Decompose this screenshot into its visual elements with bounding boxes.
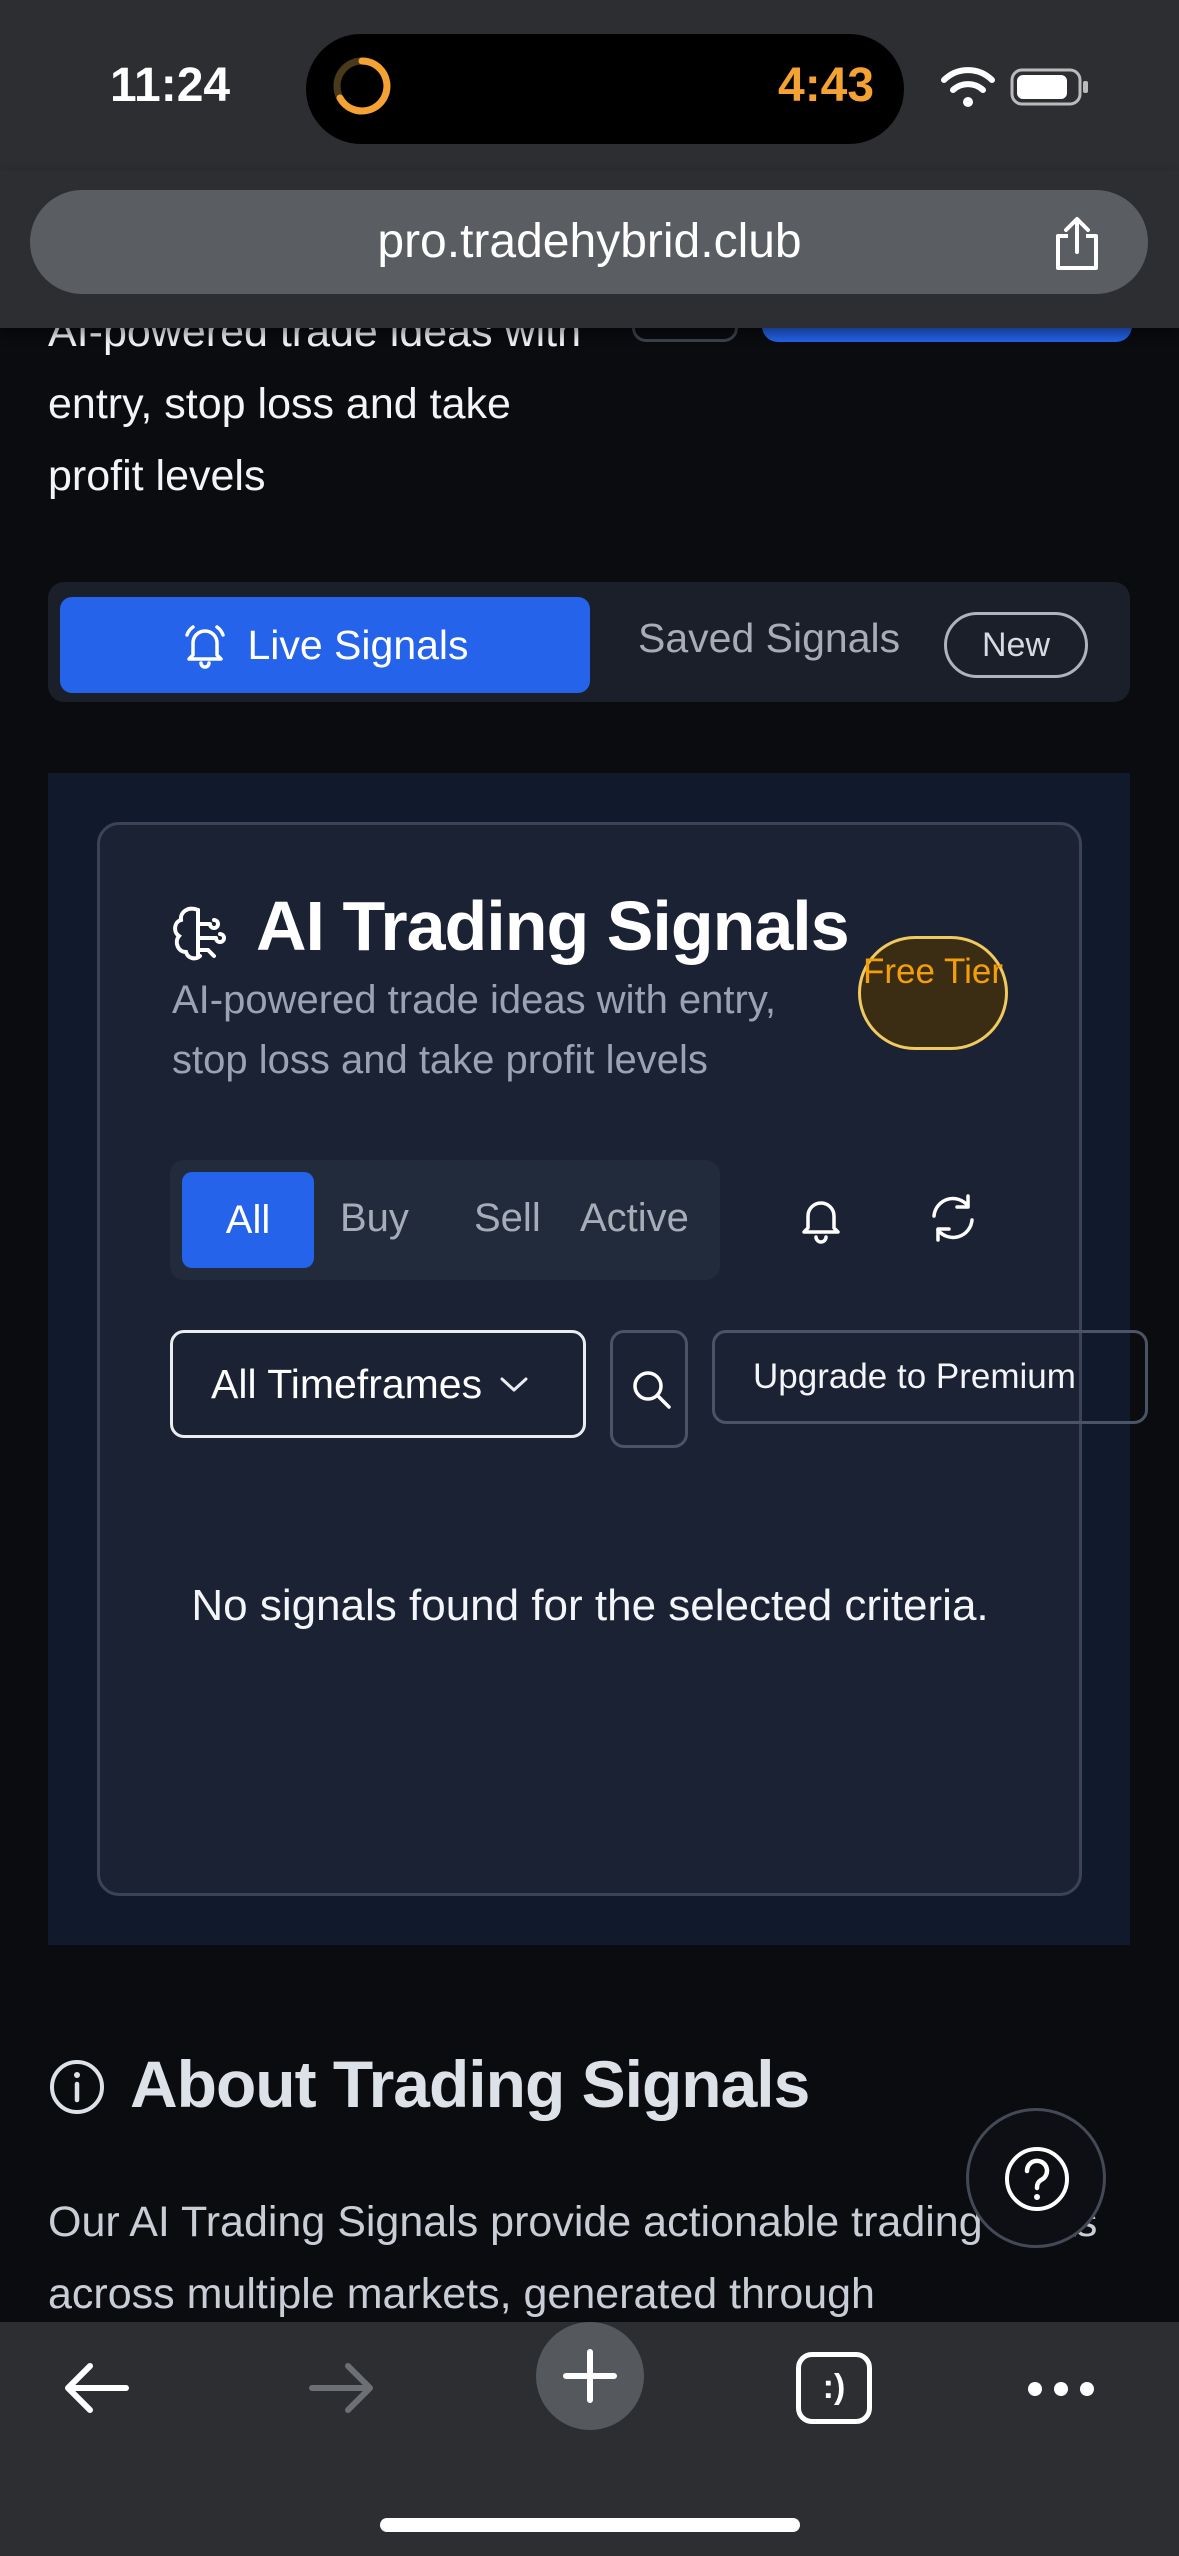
help-icon [1005,2147,1069,2211]
empty-state-message: No signals found for the selected criter… [191,1581,989,1630]
timer-ring-icon [333,57,391,115]
signals-subtitle: AI-powered trade ideas with entry, stop … [172,978,777,1082]
forward-arrow-icon[interactable] [302,2356,382,2420]
tab-live-signals[interactable]: Live Signals [60,597,590,693]
tabs-button[interactable]: :) [796,2352,872,2424]
filter-active[interactable]: Active [580,1196,689,1241]
timer-readout: 4:43 [778,59,875,112]
filter-sell[interactable]: Sell [474,1196,541,1241]
plus-icon [563,2349,617,2403]
more-icon[interactable] [1024,2376,1098,2402]
timeframe-select-value: All Timeframes [211,1360,483,1407]
status-time: 11:24 [110,59,231,112]
filter-all[interactable]: All [182,1172,314,1268]
signals-title: AI Trading Signals [256,887,850,965]
new-tab-button[interactable] [536,2322,644,2430]
chevron-down-icon [500,1377,528,1392]
help-button[interactable] [966,2108,1106,2248]
info-icon [50,2060,104,2114]
new-badge: New [944,612,1088,678]
upgrade-premium-button[interactable]: Upgrade to Premium [712,1330,1148,1424]
filter-buy[interactable]: Buy [340,1196,409,1241]
free-tier-badge: Free Tier [858,936,1008,1050]
page-intro-text: AI-powered trade ideas with entry, stop … [48,308,582,500]
about-title: About Trading Signals [130,2047,810,2121]
timeframe-select[interactable]: All Timeframes [170,1330,586,1438]
battery-icon [1010,68,1088,106]
bell-ring-icon [185,625,226,669]
tab-saved-signals[interactable]: Saved Signals [638,615,900,662]
bell-icon[interactable] [796,1192,846,1244]
search-button[interactable] [610,1330,688,1448]
back-arrow-icon[interactable] [56,2356,136,2420]
wifi-icon [941,67,995,107]
refresh-icon[interactable] [926,1192,980,1244]
brain-icon [173,906,226,961]
search-icon [633,1371,671,1409]
share-icon[interactable] [1050,216,1104,272]
tab-live-label: Live Signals [247,621,469,668]
url-text[interactable]: pro.tradehybrid.club [0,190,1179,294]
home-indicator [380,2518,800,2532]
